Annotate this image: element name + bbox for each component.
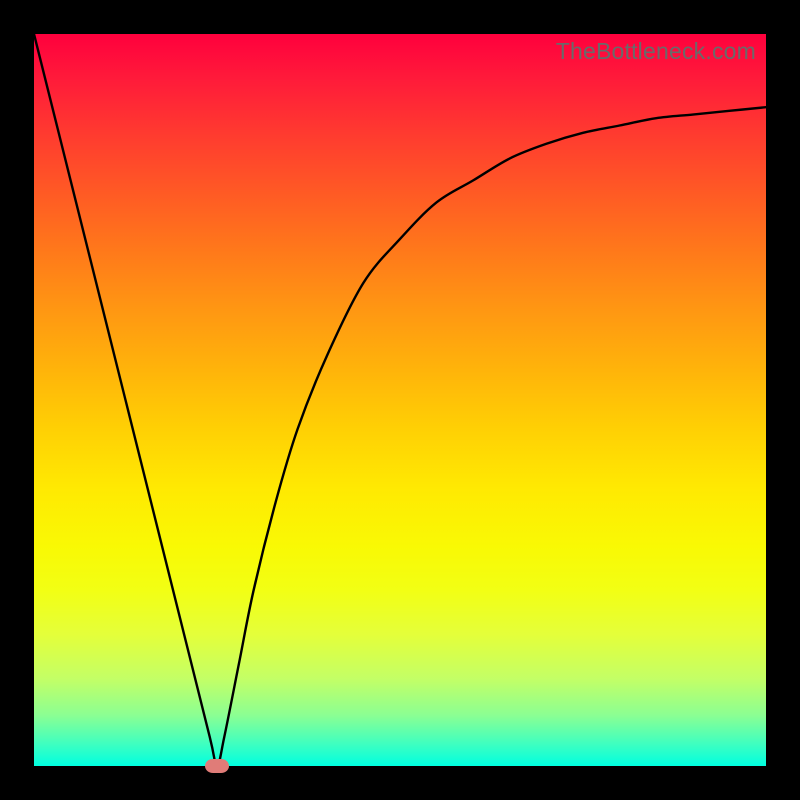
- minimum-marker: [205, 759, 229, 773]
- plot-area: TheBottleneck.com: [34, 34, 766, 766]
- chart-frame: TheBottleneck.com: [0, 0, 800, 800]
- bottleneck-curve: [34, 34, 766, 766]
